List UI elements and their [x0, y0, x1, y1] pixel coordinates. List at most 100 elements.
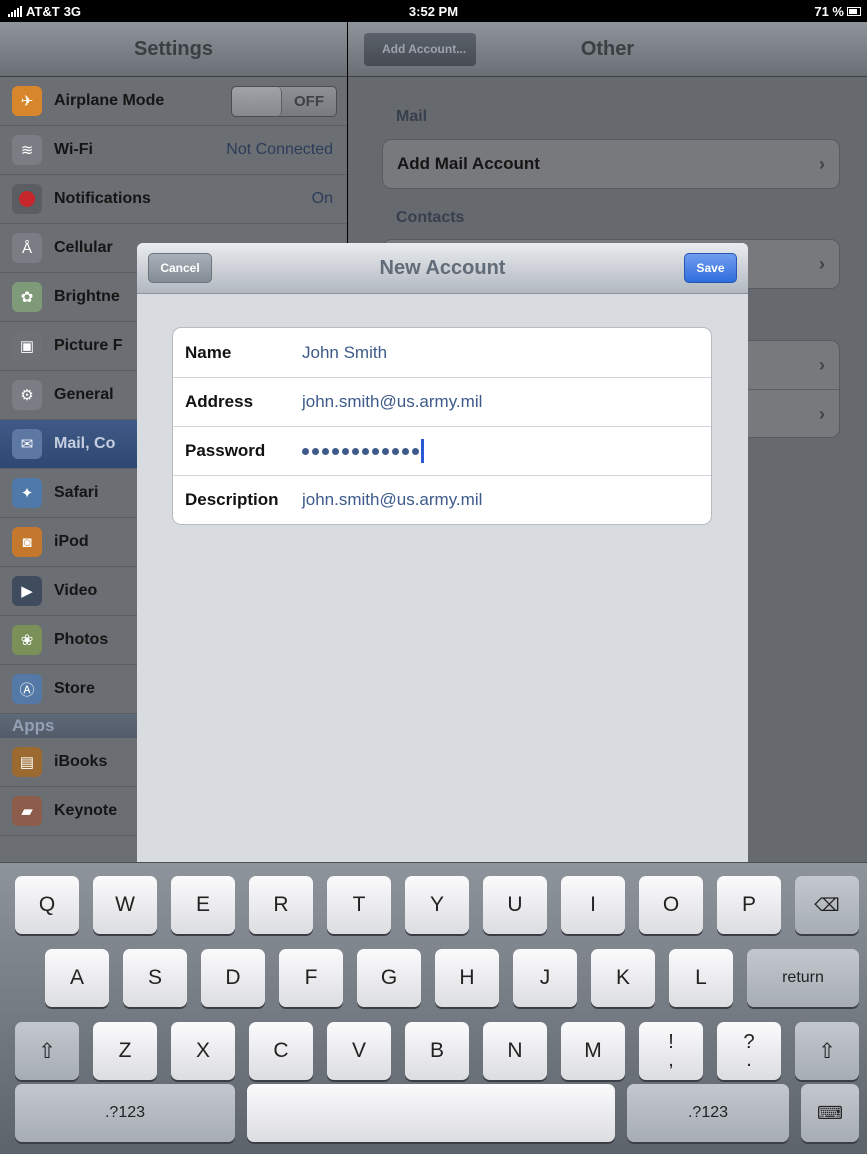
key-u[interactable]: U — [483, 876, 547, 934]
key-e[interactable]: E — [171, 876, 235, 934]
key-c[interactable]: C — [249, 1022, 313, 1080]
numbers-key-right[interactable]: .?123 — [627, 1084, 789, 1142]
key-m[interactable]: M — [561, 1022, 625, 1080]
cellular-icon: Å — [12, 233, 42, 263]
description-label: Description — [185, 490, 279, 509]
keynote-icon: ▰ — [12, 796, 42, 826]
add-mail-account-row[interactable]: Add Mail Account › — [383, 140, 839, 188]
key-v[interactable]: V — [327, 1022, 391, 1080]
key-i[interactable]: I — [561, 876, 625, 934]
description-field-row[interactable]: Description john.smith@us.army.mil — [173, 475, 711, 524]
chevron-right-icon: › — [819, 254, 825, 274]
backspace-key[interactable]: ⌫ — [795, 876, 859, 934]
password-dot — [392, 447, 399, 455]
password-dot — [332, 447, 339, 455]
address-field[interactable]: john.smith@us.army.mil — [302, 392, 482, 412]
key-d[interactable]: D — [201, 949, 265, 1007]
key-k[interactable]: K — [591, 949, 655, 1007]
settings-item-label: Brightne — [54, 288, 120, 305]
name-label: Name — [185, 342, 232, 362]
password-dot — [342, 447, 349, 455]
ipod-icon: ◙ — [12, 527, 42, 557]
gear-icon: ⚙ — [12, 380, 42, 410]
settings-item-label: iPod — [54, 533, 89, 550]
shift-key-right[interactable]: ⇧ — [795, 1022, 859, 1080]
key-q[interactable]: Q — [15, 876, 79, 934]
settings-item-label: Mail, Co — [54, 435, 116, 452]
settings-item-label: General — [54, 386, 114, 403]
toggle-state: OFF — [294, 92, 324, 110]
account-form: Name John Smith Address john.smith@us.ar… — [172, 327, 712, 525]
ibooks-icon: ▤ — [12, 747, 42, 777]
key-a[interactable]: A — [45, 949, 109, 1007]
cancel-button[interactable]: Cancel — [148, 253, 212, 283]
chevron-right-icon: › — [819, 355, 825, 375]
key-g[interactable]: G — [357, 949, 421, 1007]
key-exclaim-comma[interactable]: !, — [639, 1022, 703, 1080]
settings-item-label: Store — [54, 680, 95, 697]
address-label: Address — [185, 392, 254, 411]
settings-item-notifications[interactable]: Notifications On — [0, 175, 347, 224]
address-field-row[interactable]: Address john.smith@us.army.mil — [173, 377, 711, 426]
detail-nav-bar: Other Add Account... — [348, 22, 867, 77]
key-r[interactable]: R — [249, 876, 313, 934]
settings-item-airplane-mode[interactable]: ✈ Airplane Mode OFF — [0, 77, 347, 126]
key-p[interactable]: P — [717, 876, 781, 934]
settings-item-label: Notifications — [54, 190, 151, 207]
description-field[interactable]: john.smith@us.army.mil — [302, 490, 482, 510]
key-z[interactable]: Z — [93, 1022, 157, 1080]
wifi-icon: ≋ — [12, 135, 42, 165]
keyboard-hide-icon: ⌨ — [817, 1102, 843, 1123]
key-b[interactable]: B — [405, 1022, 469, 1080]
sheet-title: New Account — [379, 257, 506, 279]
photos-icon: ❀ — [12, 625, 42, 655]
key-j[interactable]: J — [513, 949, 577, 1007]
hide-keyboard-key[interactable]: ⌨ — [801, 1084, 859, 1142]
shift-icon: ⇧ — [38, 1039, 56, 1063]
brightness-icon: ✿ — [12, 282, 42, 312]
key-h[interactable]: H — [435, 949, 499, 1007]
password-dot — [382, 447, 389, 455]
key-y[interactable]: Y — [405, 876, 469, 934]
chevron-right-icon: › — [819, 404, 825, 424]
settings-item-label: Safari — [54, 484, 99, 501]
mail-group: Add Mail Account › — [382, 139, 840, 189]
key-x[interactable]: X — [171, 1022, 235, 1080]
key-s[interactable]: S — [123, 949, 187, 1007]
add-mail-account-label: Add Mail Account — [397, 154, 540, 173]
picture-frame-icon: ▣ — [12, 331, 42, 361]
key-f[interactable]: F — [279, 949, 343, 1007]
key-question-period-glyphs: ?. — [743, 1032, 754, 1070]
password-dot — [352, 447, 359, 455]
password-label: Password — [185, 441, 266, 460]
name-field-row[interactable]: Name John Smith — [173, 328, 711, 377]
sheet-nav-bar: New Account Cancel Save — [137, 243, 748, 294]
numbers-key-left[interactable]: .?123 — [15, 1084, 235, 1142]
airplane-mode-toggle[interactable]: OFF — [231, 85, 337, 117]
battery-icon — [847, 7, 861, 16]
key-question-period[interactable]: ?. — [717, 1022, 781, 1080]
settings-title: Settings — [0, 22, 347, 77]
back-button[interactable]: Add Account... — [364, 33, 477, 66]
key-n[interactable]: N — [483, 1022, 547, 1080]
save-button[interactable]: Save — [684, 253, 737, 283]
space-bar[interactable] — [247, 1084, 615, 1142]
name-field[interactable]: John Smith — [302, 343, 387, 363]
comma-glyph: , — [668, 1049, 674, 1071]
password-dot — [372, 447, 379, 455]
return-key[interactable]: return — [747, 949, 859, 1007]
password-field[interactable] — [302, 447, 419, 455]
settings-item-label: Cellular — [54, 239, 113, 256]
new-account-sheet: New Account Cancel Save Name John Smith … — [137, 243, 748, 862]
settings-item-wifi[interactable]: ≋ Wi-Fi Not Connected — [0, 126, 347, 175]
key-t[interactable]: T — [327, 876, 391, 934]
key-o[interactable]: O — [639, 876, 703, 934]
chevron-right-icon: › — [819, 154, 825, 174]
mail-icon: ✉ — [12, 429, 42, 459]
settings-item-value: Not Connected — [226, 141, 333, 158]
settings-item-label: Wi-Fi — [54, 141, 93, 158]
password-field-row[interactable]: Password — [173, 426, 711, 475]
key-l[interactable]: L — [669, 949, 733, 1007]
shift-key-left[interactable]: ⇧ — [15, 1022, 79, 1080]
key-w[interactable]: W — [93, 876, 157, 934]
